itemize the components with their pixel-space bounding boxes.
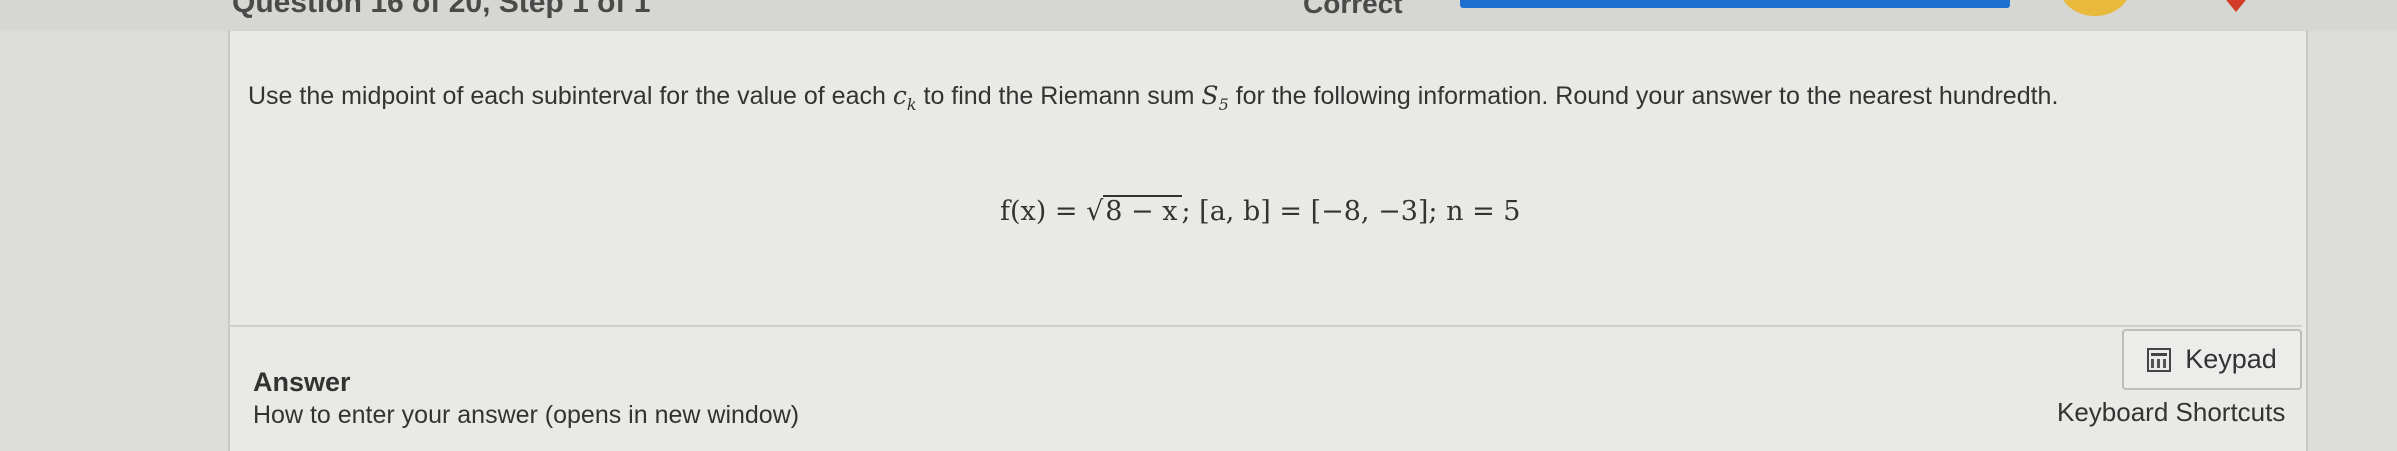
ck-subscript: k bbox=[906, 95, 917, 114]
question-text: Use the midpoint of each subinterval for… bbox=[248, 72, 2248, 129]
question-progress: Question 16 of 20, Step 1 of 1 bbox=[232, 0, 651, 19]
riemann-sum-variable: S5 bbox=[1201, 81, 1228, 114]
s-subscript: 5 bbox=[1218, 95, 1229, 114]
question-text-mid: to find the Riemann sum bbox=[916, 82, 1202, 110]
function-formula: f(x) = √8 − x; [a, b] = [−8, −3]; n = 5 bbox=[1000, 195, 1520, 227]
question-text-end: for the following information. Round you… bbox=[1228, 82, 2059, 110]
question-text-start: Use the midpoint of each subinterval for… bbox=[248, 82, 893, 110]
divider bbox=[230, 325, 2302, 327]
sqrt-icon: √ bbox=[1086, 196, 1104, 227]
answer-heading: Answer bbox=[253, 367, 351, 397]
ck-variable: ck bbox=[892, 81, 917, 114]
formula-lhs: f(x) = bbox=[1000, 196, 1087, 227]
alert-icon bbox=[2218, 0, 2254, 12]
keyboard-shortcuts-link[interactable]: Keyboard Shortcuts bbox=[2057, 397, 2285, 428]
formula-rest: ; [a, b] = [−8, −3]; n = 5 bbox=[1181, 196, 1521, 227]
radicand: 8 − x bbox=[1103, 195, 1182, 227]
status-correct: Correct bbox=[1303, 0, 1403, 19]
keypad-label: Keypad bbox=[2185, 344, 2277, 374]
s-var: S bbox=[1201, 81, 1219, 110]
ck-var: c bbox=[892, 81, 907, 110]
keypad-button[interactable]: Keypad bbox=[2122, 329, 2302, 390]
help-link[interactable]: How to enter your answer (opens in new w… bbox=[253, 401, 799, 430]
progress-bar bbox=[1460, 0, 2010, 8]
keypad-icon bbox=[2147, 347, 2172, 372]
